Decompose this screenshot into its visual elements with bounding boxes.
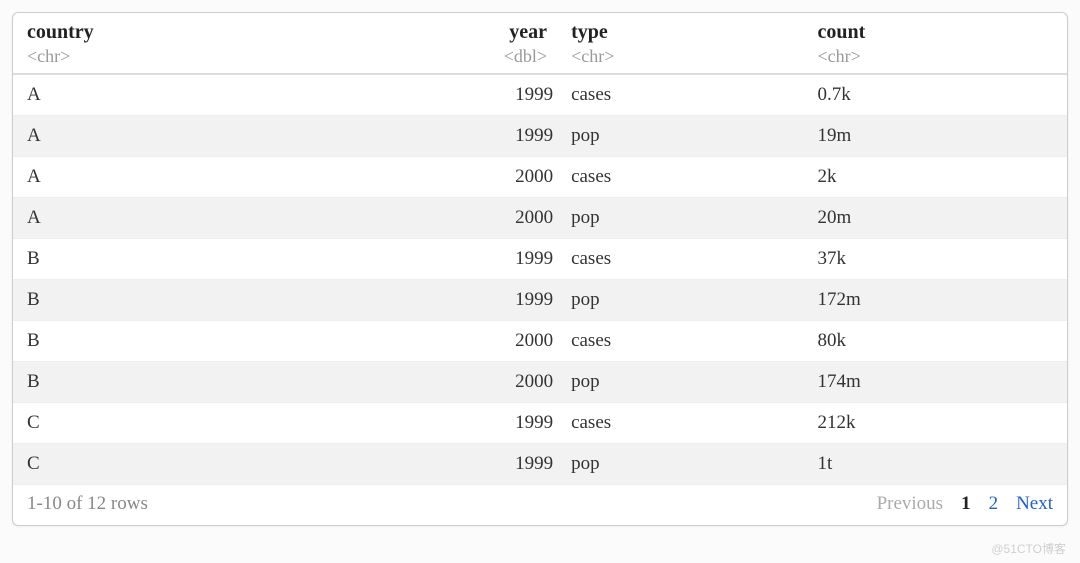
cell-year: 2000 [435,362,561,403]
cell-type: cases [561,403,803,444]
table-row: A2000pop20m [13,198,1067,239]
table-footer: 1-10 of 12 rows Previous 1 2 Next [13,484,1067,525]
cell-year: 1999 [435,116,561,157]
pager-page-current: 1 [961,493,971,515]
cell-year: 1999 [435,280,561,321]
table-row: A1999cases0.7k [13,74,1067,116]
cell-type: pop [561,280,803,321]
col-type: <chr> [571,46,789,67]
cell-country: A [13,116,435,157]
cell-country: C [13,403,435,444]
col-name: type [571,21,608,43]
cell-count: 80k [803,321,1067,362]
cell-year: 1999 [435,74,561,116]
col-type: <dbl> [449,46,547,67]
cell-count: 2k [803,157,1067,198]
data-table-panel: country <chr> year <dbl> type <chr> coun… [12,12,1068,526]
cell-year: 1999 [435,403,561,444]
table-header: country <chr> year <dbl> type <chr> coun… [13,13,1067,74]
pager-previous: Previous [877,493,944,515]
col-name: year [509,21,547,43]
data-table: country <chr> year <dbl> type <chr> coun… [13,13,1067,484]
cell-year: 2000 [435,157,561,198]
cell-year: 1999 [435,444,561,485]
cell-count: 0.7k [803,74,1067,116]
col-name: country [27,21,94,43]
col-header-type[interactable]: type <chr> [561,13,803,74]
cell-country: B [13,239,435,280]
cell-count: 37k [803,239,1067,280]
cell-type: pop [561,116,803,157]
table-row: B1999cases37k [13,239,1067,280]
cell-count: 172m [803,280,1067,321]
cell-country: A [13,157,435,198]
cell-type: cases [561,74,803,116]
cell-country: B [13,362,435,403]
cell-country: C [13,444,435,485]
table-row: B1999pop172m [13,280,1067,321]
col-type: <chr> [817,46,1053,67]
pager: Previous 1 2 Next [877,493,1053,515]
cell-count: 1t [803,444,1067,485]
cell-country: B [13,321,435,362]
col-type: <chr> [27,46,421,67]
cell-type: pop [561,198,803,239]
cell-country: A [13,198,435,239]
table-body: A1999cases0.7kA1999pop19mA2000cases2kA20… [13,74,1067,484]
table-row: C1999cases212k [13,403,1067,444]
col-name: count [817,21,865,43]
cell-count: 174m [803,362,1067,403]
cell-type: cases [561,321,803,362]
table-row: B2000pop174m [13,362,1067,403]
watermark: @51CTO博客 [991,540,1066,557]
cell-count: 19m [803,116,1067,157]
col-header-year[interactable]: year <dbl> [435,13,561,74]
cell-year: 1999 [435,239,561,280]
pager-next[interactable]: Next [1016,493,1053,515]
cell-count: 20m [803,198,1067,239]
table-row: B2000cases80k [13,321,1067,362]
col-header-country[interactable]: country <chr> [13,13,435,74]
row-summary: 1-10 of 12 rows [27,493,148,515]
cell-country: A [13,74,435,116]
cell-year: 2000 [435,321,561,362]
table-row: A2000cases2k [13,157,1067,198]
col-header-count[interactable]: count <chr> [803,13,1067,74]
pager-page-2[interactable]: 2 [989,493,999,515]
cell-type: pop [561,362,803,403]
cell-type: pop [561,444,803,485]
cell-type: cases [561,239,803,280]
table-row: A1999pop19m [13,116,1067,157]
cell-type: cases [561,157,803,198]
cell-year: 2000 [435,198,561,239]
cell-country: B [13,280,435,321]
cell-count: 212k [803,403,1067,444]
table-row: C1999pop1t [13,444,1067,485]
